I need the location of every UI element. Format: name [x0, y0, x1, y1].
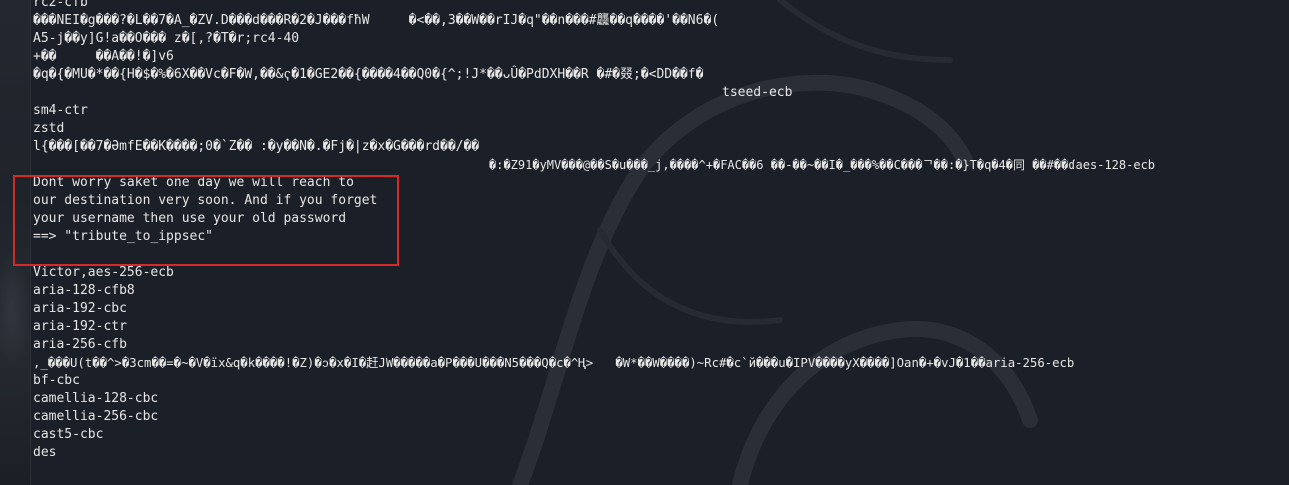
terminal-line: sm4-ctr: [33, 103, 88, 118]
terminal-line: aria-192-ctr: [33, 319, 127, 334]
terminal-line: �:�Z91�yMV���@��S�u���_j,����^+�FAC��6 �…: [489, 158, 1156, 172]
terminal-line: ,_���U(t��^>�3cm��=�~�V�ïx&q�k����!�Z)�ↄ…: [33, 356, 1075, 370]
terminal-line: aria-192-cbc: [33, 301, 127, 316]
terminal-line: ���NEI�g���?�L��7�A_�ZV.D���d���R�2�J���…: [33, 13, 720, 28]
terminal-line: A5-j��y]G!a��O��� z�[,?�T�r;rc4-40: [33, 31, 300, 46]
terminal-line: camellia-256-cbc: [33, 409, 159, 424]
terminal-line: tseed-ecb: [722, 85, 793, 100]
terminal-line: des: [33, 445, 57, 460]
terminal-line: �q�{�MU�*��{H�$�%�6X��Vc�F�W,��&ҁ�1�GE2�…: [33, 67, 704, 82]
highlight-box: [13, 175, 399, 266]
terminal-line: cast5-cbc: [33, 427, 104, 442]
terminal-line: l{���[��7�ƏmfE��K����;0�`Z�� :�y��N�.�Fj…: [33, 139, 480, 154]
terminal-line: +�� ��A��!�]v6: [33, 49, 174, 64]
terminal-line: camellia-128-cbc: [33, 391, 159, 406]
terminal-line: Victor,aes-256-ecb: [33, 265, 174, 280]
terminal-line: rc2-cfb: [33, 0, 88, 10]
terminal-line: aria-128-cfb8: [33, 283, 135, 298]
terminal-line: bf-cbc: [33, 373, 80, 388]
terminal-line: zstd: [33, 121, 65, 136]
terminal-line: aria-256-cfb: [33, 337, 127, 352]
